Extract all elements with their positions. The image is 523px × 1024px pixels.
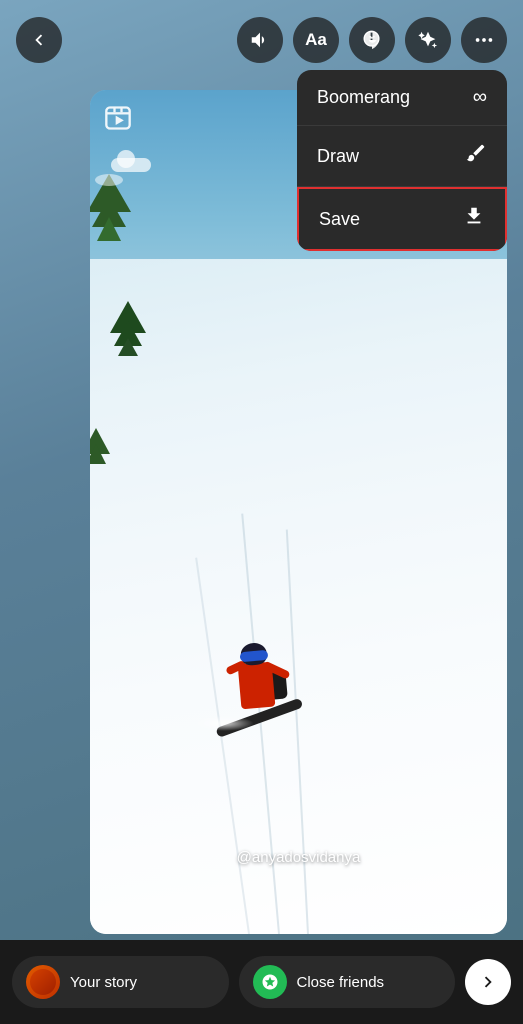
boomerang-icon: ∞ [473,86,487,109]
more-button[interactable] [461,17,507,63]
cloud-2 [111,158,151,172]
text-icon-label: Aa [305,30,327,50]
toolbar: Aa [0,0,523,80]
effects-button[interactable] [405,17,451,63]
close-friends-button[interactable]: Close friends [239,956,456,1008]
sticker-button[interactable] [349,17,395,63]
reel-icon [104,104,132,137]
boomerang-label: Boomerang [317,87,410,108]
bottom-bar: Your story Close friends [0,940,523,1024]
boomerang-menu-item[interactable]: Boomerang ∞ [297,70,507,126]
text-button[interactable]: Aa [293,17,339,63]
trees-left [90,174,152,680]
sound-button[interactable] [237,17,283,63]
slope [90,259,507,934]
snowboarder [210,610,299,727]
your-story-button[interactable]: Your story [12,956,229,1008]
story-avatar-inner [30,969,56,995]
draw-label: Draw [317,146,359,167]
body [238,662,276,710]
draw-icon [465,142,487,170]
close-friends-icon [253,965,287,999]
save-menu-item[interactable]: Save [297,187,507,251]
back-button[interactable] [16,17,62,63]
next-button[interactable] [465,959,511,1005]
username: @anyadosvidanya [90,849,507,866]
close-friends-label: Close friends [297,974,385,991]
draw-menu-item[interactable]: Draw [297,126,507,187]
save-icon [463,205,485,233]
dropdown-menu: Boomerang ∞ Draw Save [297,70,507,251]
save-label: Save [319,209,360,230]
story-avatar [26,965,60,999]
your-story-label: Your story [70,974,137,991]
